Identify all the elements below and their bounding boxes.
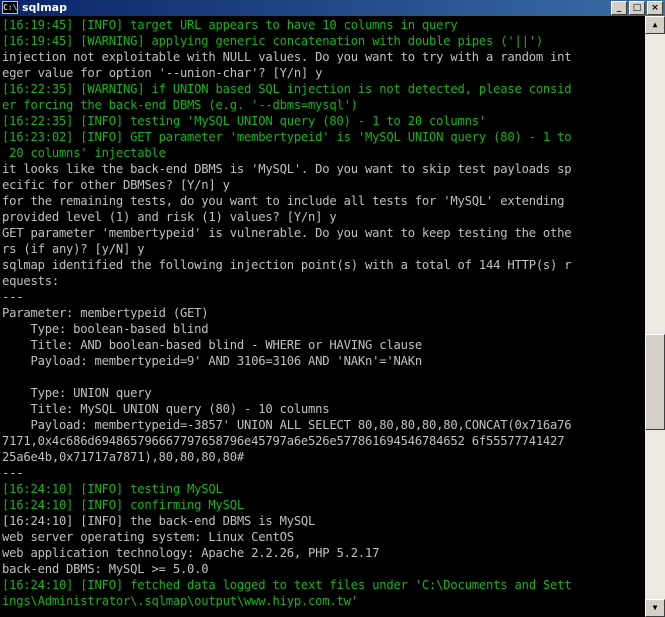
console-line: Type: boolean-based blind [2,322,209,336]
console-line: [16:19:45] [WARNING] applying generic co… [2,34,543,48]
window-title: sqlmap [22,1,67,14]
console-line: eger value for option '--union-char'? [Y… [2,66,323,80]
console-line: Title: MySQL UNION query (80) - 10 colum… [2,402,330,416]
console-line: [16:19:45] [INFO] target URL appears to … [2,18,458,32]
console-line: Title: AND boolean-based blind - WHERE o… [2,338,422,352]
console-line: back-end DBMS: MySQL >= 5.0.0 [2,562,209,576]
sqlmap-console-window: C:\ sqlmap _ □ × [16:19:45] [INFO] target … [0,0,665,617]
console-line: web application technology: Apache 2.2.2… [2,546,380,560]
title-bar[interactable]: C:\ sqlmap _ □ × [0,0,665,16]
maximize-button[interactable]: □ [629,1,645,15]
scroll-up-arrow-icon[interactable]: ▲ [645,16,665,34]
console-line: 20 columns' injectable [2,146,166,160]
console-line: provided level (1) and risk (1) values? … [2,210,337,224]
close-button[interactable]: × [647,1,663,15]
minimize-button[interactable]: _ [611,1,627,15]
scrollbar-thumb[interactable] [645,334,665,430]
console-line: [16:24:10] [INFO] the back-end DBMS is M… [2,514,316,528]
console-line: it looks like the back-end DBMS is 'MySQ… [2,162,572,176]
console-line: 7171,0x4c686d694865796667797658796e45797… [2,434,565,448]
console-line: GET parameter 'membertypeid' is vulnerab… [2,226,572,240]
console-line: 25a6e4b,0x71717a7871),80,80,80,80# [2,450,244,464]
console-line: [16:22:35] [WARNING] if UNION based SQL … [2,82,572,96]
console-line: sqlmap identified the following injectio… [2,258,572,272]
console-line: Payload: membertypeid=9' AND 3106=3106 A… [2,354,422,368]
console-line: ecific for other DBMSes? [Y/n] y [2,178,230,192]
vertical-scrollbar[interactable]: ▲ ▼ [645,16,665,617]
console-line: web server operating system: Linux CentO… [2,530,294,544]
console-line: [16:24:10] [INFO] fetched data logged to… [2,578,572,592]
console-line: equests: [2,274,59,288]
console-line: for the remaining tests, do you want to … [2,194,565,208]
console-line: [16:24:10] [INFO] testing MySQL [2,482,223,496]
console-icon: C:\ [2,1,18,14]
scroll-down-arrow-icon[interactable]: ▼ [645,599,665,617]
console-output[interactable]: [16:19:45] [INFO] target URL appears to … [0,16,645,617]
console-line: --- [2,466,24,480]
console-line: rs (if any)? [y/N] y [2,242,145,256]
console-line: [16:23:02] [INFO] GET parameter 'membert… [2,130,572,144]
console-line: Type: UNION query [2,386,152,400]
console-line: --- [2,290,24,304]
console-line: [16:24:10] [INFO] confirming MySQL [2,498,244,512]
window-controls: _ □ × [609,1,663,15]
console-line: [16:22:35] [INFO] testing 'MySQL UNION q… [2,114,486,128]
console-line: er forcing the back-end DBMS (e.g. '--db… [2,98,358,112]
console-line: ings\Administrator\.sqlmap\output\www.hi… [2,594,358,608]
console-line: Payload: membertypeid=-3857' UNION ALL S… [2,418,572,432]
console-line: Parameter: membertypeid (GET) [2,306,209,320]
console-line: injection not exploitable with NULL valu… [2,50,572,64]
